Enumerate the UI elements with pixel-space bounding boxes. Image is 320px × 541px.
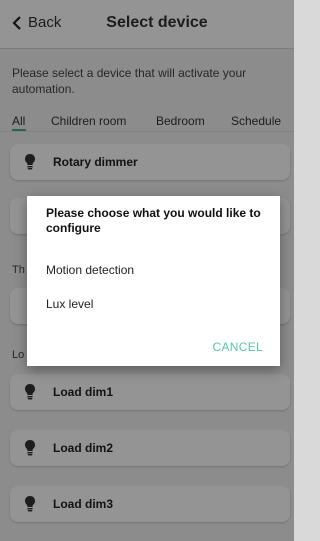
cancel-button[interactable]: CANCEL bbox=[213, 340, 263, 354]
option-motion-detection[interactable]: Motion detection bbox=[46, 263, 134, 277]
app-screen: Back Select device Please select a devic… bbox=[0, 0, 294, 541]
configure-dialog: Please choose what you would like to con… bbox=[27, 196, 280, 366]
dialog-title: Please choose what you would like to con… bbox=[46, 206, 261, 235]
option-lux-level[interactable]: Lux level bbox=[46, 297, 93, 311]
